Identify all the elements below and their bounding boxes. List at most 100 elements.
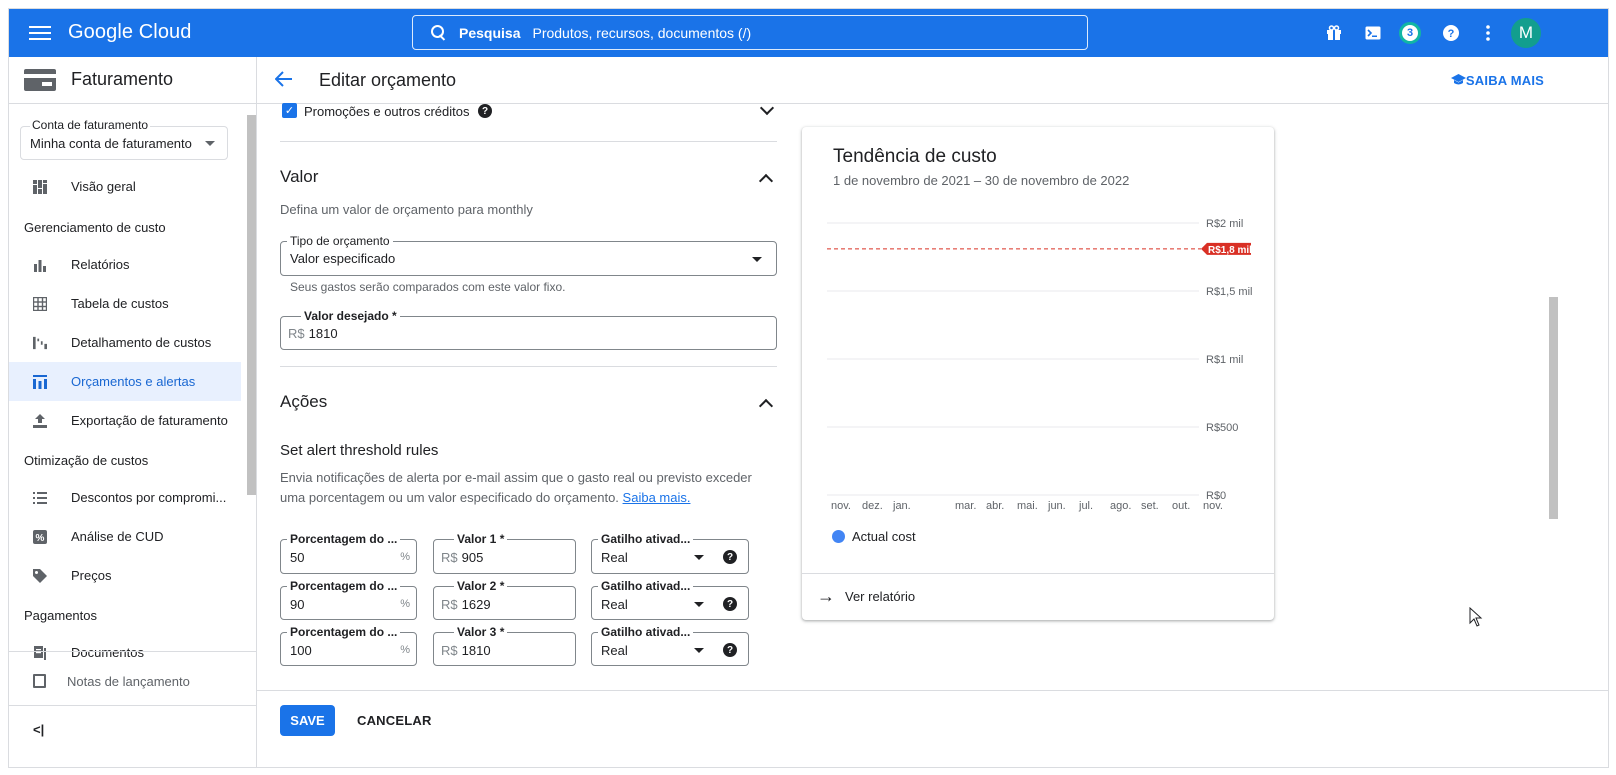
top-bar: Google Cloud Pesquisa Produtos, recursos… xyxy=(9,9,1608,57)
promotions-checkbox-row: ✓ Promoções e outros créditos ? xyxy=(280,101,777,121)
threshold-amount-label: Valor 3 * xyxy=(454,625,508,639)
action-bar: SAVE CANCELAR xyxy=(257,690,1608,767)
dropdown-arrow-icon xyxy=(752,257,762,262)
section-title-actions: Ações xyxy=(280,392,328,411)
help-icon[interactable]: ? xyxy=(723,643,737,657)
gift-icon[interactable] xyxy=(1322,21,1346,45)
sidebar-item-billing-export[interactable]: Exportação de faturamento xyxy=(9,401,241,440)
section-payments: Pagamentos xyxy=(24,608,97,623)
main-scrollbar[interactable] xyxy=(1549,297,1558,519)
chevron-up-icon[interactable] xyxy=(759,171,773,185)
search-label: Pesquisa xyxy=(459,24,521,41)
view-report-link[interactable]: → Ver relatório xyxy=(817,587,915,605)
help-icon[interactable]: ? xyxy=(723,550,737,564)
trigger-select[interactable]: Gatilho ativad... Real ? xyxy=(591,579,749,620)
help-icon[interactable]: ? xyxy=(723,597,737,611)
collapse-sidebar-icon[interactable]: <| xyxy=(33,722,44,737)
threshold-amount-field[interactable]: Valor 1 * R$ 905 xyxy=(433,532,576,574)
section-title-valor: Valor xyxy=(280,167,319,186)
sidebar-scrollbar[interactable] xyxy=(247,115,256,495)
divider xyxy=(9,651,256,652)
target-amount-field[interactable]: Valor desejado * R$ 1810 xyxy=(280,309,777,350)
sidebar-item-label: Relatórios xyxy=(71,257,130,272)
divider xyxy=(802,573,1274,574)
legend-label: Actual cost xyxy=(852,529,916,544)
learn-more-link[interactable]: Saiba mais. xyxy=(623,490,691,505)
sidebar-item-label: Detalhamento de custos xyxy=(71,335,212,350)
cloud-shell-icon[interactable] xyxy=(1361,21,1385,45)
dropdown-arrow-icon xyxy=(694,555,704,560)
cost-trend-chart: R$0R$500R$1 milR$1,5 milR$2 milR$1,8 mil… xyxy=(827,218,1252,512)
threshold-amount-field[interactable]: Valor 2 * R$ 1629 xyxy=(433,579,576,620)
x-tick-label: jul. xyxy=(1078,500,1093,512)
trigger-select[interactable]: Gatilho ativad... Real ? xyxy=(591,625,749,666)
svg-text:?: ? xyxy=(1448,28,1455,40)
percent-suffix: % xyxy=(400,644,410,656)
release-notes-label: Notas de lançamento xyxy=(67,673,190,689)
hamburger-menu-icon[interactable] xyxy=(29,23,51,43)
threshold-percent-field[interactable]: Porcentagem do ... 50 % xyxy=(280,532,417,574)
more-vert-icon[interactable] xyxy=(1476,21,1500,45)
sidebar-item-label: Orçamentos e alertas xyxy=(71,374,196,389)
promotions-checkbox[interactable]: ✓ xyxy=(282,103,297,118)
currency-prefix: R$ xyxy=(441,550,458,565)
sidebar-item-cud-analysis[interactable]: % Análise de CUD xyxy=(9,517,241,556)
sidebar-item-pricing[interactable]: Preços xyxy=(9,556,241,595)
threshold-percent-field[interactable]: Porcentagem do ... 90 % xyxy=(280,579,417,620)
chevron-down-icon[interactable] xyxy=(760,103,774,117)
sidebar-item-cost-table[interactable]: Tabela de custos xyxy=(9,284,241,323)
alert-rules-description: Envia notificações de alerta por e-mail … xyxy=(280,470,752,505)
learn-more-button[interactable]: SAIBA MAIS xyxy=(1450,73,1544,88)
sidebar-item-label: Exportação de faturamento xyxy=(71,413,228,428)
sidebar-item-cost-breakdown[interactable]: Detalhamento de custos xyxy=(9,323,241,362)
save-button[interactable]: SAVE xyxy=(280,705,335,736)
sidebar-title: Faturamento xyxy=(71,69,174,89)
chart-legend: Actual cost xyxy=(832,529,916,544)
release-notes-link[interactable]: Notas de lançamento xyxy=(9,663,256,699)
breakdown-icon xyxy=(33,336,47,350)
mouse-pointer-icon xyxy=(1469,607,1483,627)
dropdown-arrow-icon xyxy=(694,648,704,653)
budget-line-label: R$1,8 mil xyxy=(1208,245,1252,256)
help-icon[interactable]: ? xyxy=(478,104,492,118)
threshold-percent-field[interactable]: Porcentagem do ... 100 % xyxy=(280,625,417,666)
search-bar[interactable]: Pesquisa Produtos, recursos, documentos … xyxy=(412,15,1088,50)
trigger-select[interactable]: Gatilho ativad... Real ? xyxy=(591,532,749,574)
y-tick-label: R$1,5 mil xyxy=(1206,286,1252,298)
sidebar-header: Faturamento xyxy=(9,57,256,104)
threshold-amount-value: 1629 xyxy=(461,597,491,612)
cancel-button[interactable]: CANCELAR xyxy=(357,713,432,728)
sidebar-item-commitment-discounts[interactable]: Descontos por compromi... xyxy=(9,478,241,517)
billing-account-select[interactable]: Conta de faturamento Minha conta de fatu… xyxy=(20,118,228,160)
percent-suffix: % xyxy=(400,598,410,610)
dropdown-arrow-icon xyxy=(694,602,704,607)
notifications-badge[interactable]: 3 xyxy=(1399,22,1421,44)
valor-description: Defina um valor de orçamento para monthl… xyxy=(280,202,533,217)
back-arrow-icon[interactable] xyxy=(274,71,295,89)
sidebar-item-label: Descontos por compromi... xyxy=(71,490,227,505)
budget-type-select[interactable]: Tipo de orçamento Valor especificado xyxy=(280,234,777,276)
view-report-label: Ver relatório xyxy=(845,588,916,604)
chevron-up-icon[interactable] xyxy=(759,396,773,410)
divider xyxy=(280,141,777,142)
threshold-amount-label: Valor 2 * xyxy=(454,579,508,593)
trigger-value: Real xyxy=(601,597,628,612)
billing-card-icon xyxy=(24,69,56,91)
avatar[interactable]: M xyxy=(1511,18,1541,48)
sidebar-item-budgets-alerts[interactable]: Orçamentos e alertas xyxy=(9,362,241,401)
sidebar-item-reports[interactable]: Relatórios xyxy=(9,245,241,284)
x-tick-label: nov. xyxy=(831,500,851,512)
help-icon[interactable]: ? xyxy=(1439,21,1463,45)
x-tick-label: jan. xyxy=(892,500,911,512)
google-cloud-logo[interactable]: Google Cloud xyxy=(68,21,192,44)
x-tick-label: mar. xyxy=(955,500,976,512)
threshold-amount-field[interactable]: Valor 3 * R$ 1810 xyxy=(433,625,576,666)
y-tick-label: R$500 xyxy=(1206,422,1238,434)
currency-prefix: R$ xyxy=(441,643,458,658)
search-placeholder: Produtos, recursos, documentos (/) xyxy=(532,24,752,41)
alert-rules-title: Set alert threshold rules xyxy=(280,442,439,459)
threshold-percent-label: Porcentagem do ... xyxy=(287,532,401,546)
export-icon xyxy=(33,413,47,428)
sidebar-item-overview[interactable]: Visão geral xyxy=(9,167,241,206)
trigger-label: Gatilho ativad... xyxy=(598,532,694,546)
